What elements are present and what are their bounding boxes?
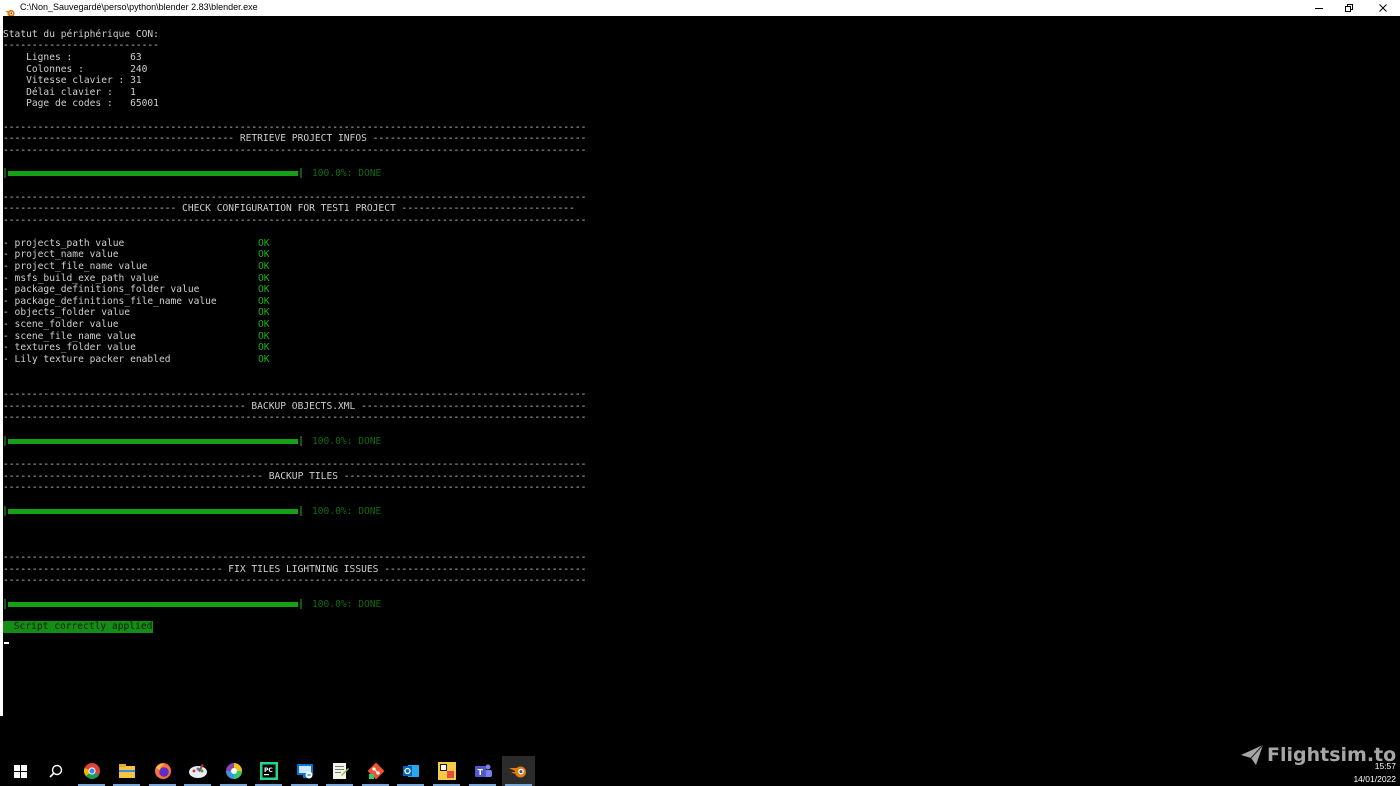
system-clock[interactable]: 15:57 14/01/2022: [1353, 760, 1396, 786]
success-message: Script correctly applied: [3, 621, 154, 633]
minimize-button[interactable]: [1302, 0, 1336, 16]
chrome-icon: [83, 763, 100, 779]
taskbar-item-blender[interactable]: [502, 756, 535, 786]
check-label-objects-folder: - objects_folder value: [3, 307, 131, 318]
close-button[interactable]: [1366, 0, 1400, 16]
paper-plane-icon: [1241, 744, 1264, 765]
taskbar-item-outlook[interactable]: [394, 756, 427, 786]
check-status-ok: OK: [258, 307, 270, 318]
color-picker-icon: [225, 763, 242, 779]
minimize-icon: [1315, 8, 1323, 9]
outlook-icon: [402, 765, 419, 777]
check-label-project-file-name: - project_file_name value: [3, 261, 148, 272]
status-row-lines: Lignes : 63: [3, 52, 142, 63]
progress-label: 100.0%: DONE: [312, 506, 382, 517]
check-label-lily-texture-packer: - Lily texture packer enabled: [3, 354, 171, 365]
section-title-check-configuration: ------------------------------ CHECK CON…: [3, 203, 575, 214]
check-label-package-definitions-folder: - package_definitions_folder value: [3, 284, 200, 295]
pycharm-icon: PC: [259, 762, 278, 780]
file-explorer-icon: [118, 764, 135, 778]
windows-start-icon: [14, 764, 27, 778]
restore-icon: [1345, 4, 1353, 12]
status-row-keyboard-speed: Vitesse clavier : 31: [3, 75, 142, 86]
taskbar-item-git[interactable]: [359, 756, 392, 786]
section-title-retrieve-project-infos: ----------------------------------------…: [3, 133, 585, 144]
check-status-ok: OK: [258, 354, 270, 365]
svg-text:PC: PC: [264, 767, 273, 774]
progress-label: 100.0%: DONE: [312, 436, 382, 447]
rule-line: ----------------------------------------…: [3, 459, 585, 470]
window-left-border: [0, 16, 3, 716]
taskbar-item-remote-desktop[interactable]: [288, 756, 321, 786]
svg-text:T: T: [477, 768, 483, 777]
check-label-project-name: - project_name value: [3, 249, 119, 260]
paint-icon: [188, 764, 207, 778]
teams-icon: T: [474, 764, 492, 777]
taskbar-item-pycharm[interactable]: PC: [252, 756, 285, 786]
taskbar-item-file-explorer[interactable]: [110, 756, 143, 786]
start-button[interactable]: [4, 756, 37, 786]
text-cursor: [4, 642, 9, 644]
status-row-codepage: Page de codes : 65001: [3, 98, 159, 109]
taskbar-item-teams[interactable]: T: [466, 756, 499, 786]
rule-line: ----------------------------------------…: [3, 412, 585, 423]
status-underline: ---------------------------: [3, 40, 159, 51]
taskbar-item-notepad-plus-plus[interactable]: [323, 756, 356, 786]
restore-button[interactable]: [1332, 0, 1366, 16]
notepad-plus-plus-icon: [332, 763, 349, 779]
blender-icon: [508, 766, 526, 778]
clock-date: 14/01/2022: [1353, 774, 1396, 784]
rule-line: ----------------------------------------…: [3, 389, 585, 400]
taskbar-item-chrome[interactable]: [75, 756, 108, 786]
close-icon: [1379, 4, 1387, 12]
rule-line: ----------------------------------------…: [3, 215, 585, 226]
check-status-ok: OK: [258, 249, 270, 260]
clock-time: 15:57: [1374, 761, 1396, 771]
check-status-ok: OK: [258, 319, 270, 330]
rule-line: ----------------------------------------…: [3, 145, 585, 156]
check-status-ok: OK: [258, 342, 270, 353]
taskbar-item-paint[interactable]: [181, 756, 214, 786]
git-icon: [367, 762, 384, 780]
check-label-textures-folder: - textures_folder value: [3, 342, 136, 353]
blender-icon: [5, 3, 15, 18]
check-status-ok: OK: [258, 284, 270, 295]
search-button[interactable]: [39, 756, 72, 786]
taskbar: PC T: [0, 756, 1400, 786]
window-title-bar[interactable]: C:\Non_Sauvegardé\perso\python\blender 2…: [0, 0, 1400, 18]
console-output[interactable]: Statut du périphérique CON: ------------…: [0, 16, 1400, 716]
window-title: C:\Non_Sauvegardé\perso\python\blender 2…: [20, 2, 258, 12]
app-yellow-icon: [437, 762, 456, 780]
taskbar-item-firefox[interactable]: [146, 756, 179, 786]
firefox-icon: [154, 763, 171, 779]
progress-label: 100.0%: DONE: [312, 599, 382, 610]
remote-desktop-icon: [296, 764, 313, 779]
rule-line: ----------------------------------------…: [3, 482, 585, 493]
check-label-scene-folder: - scene_folder value: [3, 319, 119, 330]
rule-line: ----------------------------------------…: [3, 575, 585, 586]
search-icon: [48, 764, 62, 778]
taskbar-item-color-picker[interactable]: [217, 756, 250, 786]
progress-label: 100.0%: DONE: [312, 168, 382, 179]
rule-line: ----------------------------------------…: [3, 552, 585, 563]
check-status-ok: OK: [258, 261, 270, 272]
taskbar-item-app-yellow[interactable]: [430, 756, 463, 786]
